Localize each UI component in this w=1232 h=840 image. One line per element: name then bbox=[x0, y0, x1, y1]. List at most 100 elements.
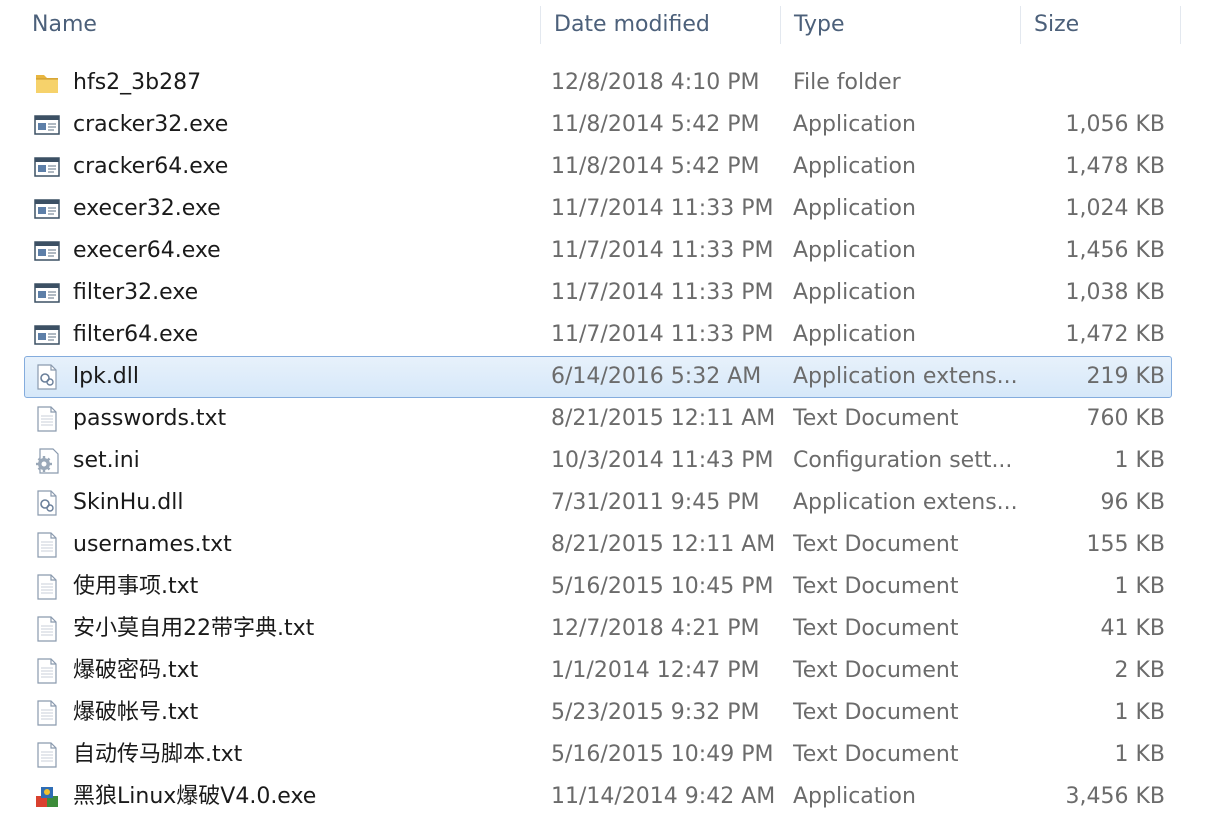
file-row[interactable]: filter64.exe 11/7/2014 11:33 PM Applicatio… bbox=[24, 314, 1172, 356]
file-row[interactable]: cracker32.exe 11/8/2014 5:42 PM Applicatio… bbox=[24, 104, 1172, 146]
file-size bbox=[1025, 63, 1165, 103]
column-header-size[interactable]: Size bbox=[1020, 0, 1180, 50]
file-name: filter64.exe bbox=[73, 322, 199, 347]
file-date-modified: 5/16/2015 10:45 PM bbox=[551, 574, 774, 599]
file-date-modified: 1/1/2014 12:47 PM bbox=[551, 658, 760, 683]
file-list-view: Name Date modified Type Size hfs2_3b287 1… bbox=[0, 0, 1232, 840]
file-name: execer64.exe bbox=[73, 238, 221, 263]
file-size: 1,456 KB bbox=[1065, 238, 1166, 263]
file-size: 1,056 KB bbox=[1065, 112, 1166, 137]
file-date-modified: 11/7/2014 11:33 PM bbox=[551, 280, 774, 305]
file-name: hfs2_3b287 bbox=[73, 70, 202, 95]
text-document-icon bbox=[33, 531, 61, 559]
file-name: cracker64.exe bbox=[73, 154, 229, 179]
file-size: 760 KB bbox=[1086, 406, 1165, 431]
file-row[interactable]: execer64.exe 11/7/2014 11:33 PM Applicatio… bbox=[24, 230, 1172, 272]
file-name: lpk.dll bbox=[73, 364, 139, 389]
file-name: filter32.exe bbox=[73, 280, 199, 305]
file-size: 1 KB bbox=[1114, 742, 1165, 767]
file-row[interactable]: 安小莫自用22带字典.txt 12/7/2018 4:21 PM Text Docu… bbox=[24, 608, 1172, 650]
file-row[interactable]: 爆破帐号.txt 5/23/2015 9:32 PM Text Document 1 … bbox=[24, 692, 1172, 734]
file-date-modified: 12/8/2018 4:10 PM bbox=[551, 70, 760, 95]
file-date-modified: 12/7/2018 4:21 PM bbox=[551, 616, 760, 641]
file-row[interactable]: passwords.txt 8/21/2015 12:11 AM Text Docu… bbox=[24, 398, 1172, 440]
application-icon bbox=[33, 195, 61, 223]
file-row[interactable]: set.ini 10/3/2014 11:43 PM Configuration s… bbox=[24, 440, 1172, 482]
file-type: Text Document bbox=[793, 406, 959, 431]
column-divider[interactable] bbox=[1180, 6, 1181, 44]
file-row[interactable]: 自动传马脚本.txt 5/16/2015 10:49 PM Text Documen… bbox=[24, 734, 1172, 776]
file-row[interactable]: usernames.txt 8/21/2015 12:11 AM Text Docu… bbox=[24, 524, 1172, 566]
file-size: 96 KB bbox=[1100, 490, 1165, 515]
text-document-icon bbox=[33, 657, 61, 685]
file-row[interactable]: execer32.exe 11/7/2014 11:33 PM Applicatio… bbox=[24, 188, 1172, 230]
application-icon bbox=[33, 279, 61, 307]
file-type: Text Document bbox=[793, 616, 959, 641]
file-type: Configuration sett... bbox=[793, 448, 1013, 473]
file-size: 1 KB bbox=[1114, 574, 1165, 599]
file-type: Text Document bbox=[793, 532, 959, 557]
file-row[interactable]: 使用事项.txt 5/16/2015 10:45 PM Text Document 1… bbox=[24, 566, 1172, 608]
file-name: execer32.exe bbox=[73, 196, 221, 221]
installer-icon bbox=[33, 783, 61, 811]
application-icon bbox=[33, 153, 61, 181]
file-date-modified: 7/31/2011 9:45 PM bbox=[551, 490, 760, 515]
dll-icon bbox=[33, 489, 61, 517]
text-document-icon bbox=[33, 741, 61, 769]
file-date-modified: 11/8/2014 5:42 PM bbox=[551, 154, 760, 179]
text-document-icon bbox=[33, 405, 61, 433]
file-date-modified: 5/16/2015 10:49 PM bbox=[551, 742, 774, 767]
file-name: set.ini bbox=[73, 448, 140, 473]
dll-icon bbox=[33, 363, 61, 391]
file-size: 1 KB bbox=[1114, 448, 1165, 473]
file-row[interactable]: 黑狼Linux爆破V4.0.exe 11/14/2014 9:42 AM Appli… bbox=[24, 776, 1172, 818]
file-date-modified: 11/7/2014 11:33 PM bbox=[551, 196, 774, 221]
file-type: Application bbox=[793, 784, 916, 809]
application-icon bbox=[33, 111, 61, 139]
file-type: Application bbox=[793, 154, 916, 179]
file-name: 使用事项.txt bbox=[73, 574, 199, 599]
file-type: File folder bbox=[793, 70, 901, 95]
file-size: 2 KB bbox=[1114, 658, 1165, 683]
folder-icon bbox=[33, 69, 61, 97]
file-name: 自动传马脚本.txt bbox=[73, 742, 243, 767]
file-type: Application extens... bbox=[793, 490, 1018, 515]
file-size: 1,472 KB bbox=[1065, 322, 1166, 347]
file-row[interactable]: filter32.exe 11/7/2014 11:33 PM Applicatio… bbox=[24, 272, 1172, 314]
file-date-modified: 11/7/2014 11:33 PM bbox=[551, 322, 774, 347]
column-header-name[interactable]: Name bbox=[18, 0, 540, 50]
file-name: 爆破密码.txt bbox=[73, 658, 199, 683]
file-name: 黑狼Linux爆破V4.0.exe bbox=[73, 784, 317, 809]
file-name: 安小莫自用22带字典.txt bbox=[73, 616, 315, 641]
file-date-modified: 11/14/2014 9:42 AM bbox=[551, 784, 776, 809]
file-row[interactable]: 爆破密码.txt 1/1/2014 12:47 PM Text Document 2 … bbox=[24, 650, 1172, 692]
file-row[interactable]: SkinHu.dll 7/31/2011 9:45 PM Application e… bbox=[24, 482, 1172, 524]
text-document-icon bbox=[33, 699, 61, 727]
file-name: passwords.txt bbox=[73, 406, 227, 431]
file-name: SkinHu.dll bbox=[73, 490, 184, 515]
file-size: 155 KB bbox=[1086, 532, 1165, 557]
file-type: Text Document bbox=[793, 700, 959, 725]
file-name: 爆破帐号.txt bbox=[73, 700, 199, 725]
file-date-modified: 11/7/2014 11:33 PM bbox=[551, 238, 774, 263]
application-icon bbox=[33, 237, 61, 265]
text-document-icon bbox=[33, 615, 61, 643]
file-date-modified: 10/3/2014 11:43 PM bbox=[551, 448, 774, 473]
column-header-date-modified[interactable]: Date modified bbox=[540, 0, 780, 50]
file-size: 1,038 KB bbox=[1065, 280, 1166, 305]
column-header-type[interactable]: Type bbox=[780, 0, 1020, 50]
file-type: Application bbox=[793, 322, 916, 347]
application-icon bbox=[33, 321, 61, 349]
column-header-bar: Name Date modified Type Size bbox=[0, 0, 1232, 50]
file-row[interactable]: hfs2_3b287 12/8/2018 4:10 PM File folder bbox=[24, 62, 1172, 104]
file-type: Text Document bbox=[793, 742, 959, 767]
file-size: 41 KB bbox=[1100, 616, 1165, 641]
file-type: Application bbox=[793, 112, 916, 137]
file-type: Application extens... bbox=[793, 364, 1018, 389]
file-size: 219 KB bbox=[1086, 364, 1165, 389]
file-size: 3,456 KB bbox=[1065, 784, 1166, 809]
file-date-modified: 6/14/2016 5:32 AM bbox=[551, 364, 762, 389]
file-date-modified: 8/21/2015 12:11 AM bbox=[551, 406, 776, 431]
file-row-selected[interactable]: lpk.dll 6/14/2016 5:32 AM Application exte… bbox=[24, 356, 1172, 398]
file-row[interactable]: cracker64.exe 11/8/2014 5:42 PM Applicatio… bbox=[24, 146, 1172, 188]
